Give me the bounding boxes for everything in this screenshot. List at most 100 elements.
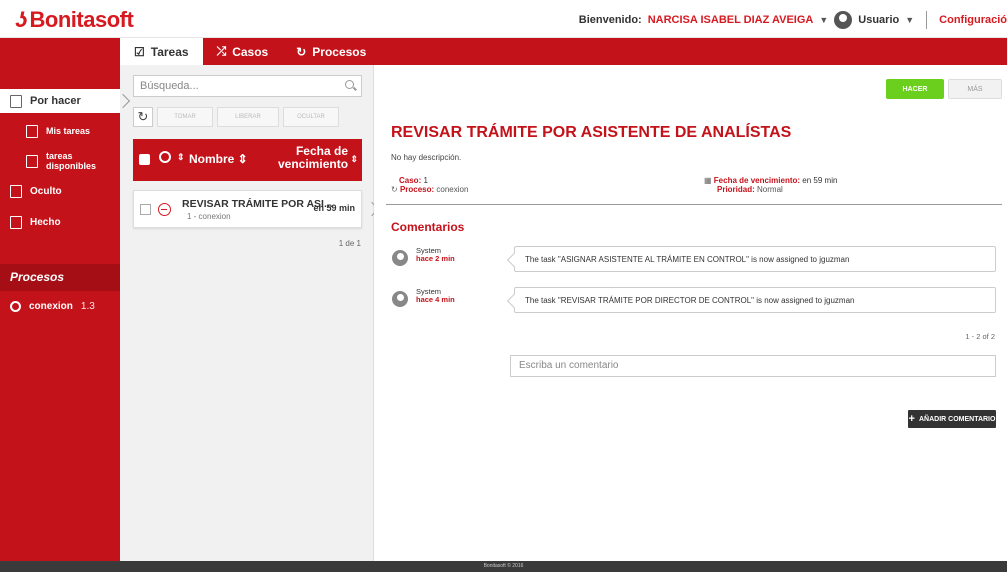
select-all-checkbox[interactable] [139,154,150,165]
sidebar-item-label: Mis tareas [46,126,91,136]
my-tasks-icon [26,124,38,138]
list-pagination: 1 de 1 [338,239,361,248]
due-value: en 59 min [802,176,838,185]
case-info: Caso: 1 [399,176,428,185]
welcome-label: Bienvenido: [578,14,642,26]
check-square-icon: ☑ [134,44,145,59]
do-task-button[interactable]: HACER [886,79,944,99]
comments-pagination: 1 - 2 of 2 [965,332,995,341]
tab-label: Casos [232,44,269,59]
release-button[interactable]: LIBERAR [217,107,279,127]
sort-icon[interactable]: ⇕ [350,154,358,165]
comment-bubble: The task "ASIGNAR ASISTENTE AL TRÁMITE E… [514,246,996,272]
sidebar-item-oculto[interactable]: Oculto [0,182,120,200]
footer: Bonitasoft © 2016 [0,561,1007,572]
process-name: conexion [29,301,73,312]
commenter-avatar-icon [392,250,408,266]
sort-icon[interactable]: ⇕ [177,152,185,163]
process-value: conexion [436,185,469,194]
task-actions: ↻ TOMAR LIBERAR OCULTAR [133,107,339,127]
sidebar-item-hecho[interactable]: Hecho [0,213,120,231]
column-name-label: Nombre [189,152,235,166]
process-version: 1.3 [80,301,95,312]
tab-tareas[interactable]: ☑ Tareas [120,38,203,65]
sidebar-item-tareas-disponibles[interactable]: tareas disponibles [0,151,120,171]
user-full-name: NARCISA ISABEL DIAZ AVEIGA [647,14,814,26]
more-button[interactable]: MÁS [948,79,1002,99]
take-button[interactable]: TOMAR [157,107,213,127]
column-due-date[interactable]: Fecha de vencimiento [278,145,348,171]
tab-casos[interactable]: ⤮ Casos [203,38,283,65]
add-comment-button[interactable]: + AÑADIR COMENTARIO [908,410,996,428]
refresh-icon: ↻ [137,109,149,124]
user-avatar-icon[interactable] [834,11,853,29]
search-input[interactable]: Búsqueda... [133,75,362,97]
due-date-info: ▦ Fecha de vencimiento: en 59 min [704,176,837,185]
sidebar-item-label: Por hacer [30,95,81,107]
bonita-logo-icon: ʖ [16,7,27,32]
configuration-link[interactable]: Configuració [939,14,1007,26]
comment-bubble: The task "REVISAR TRÁMITE POR DIRECTOR D… [514,287,996,313]
priority-label: Prioridad: [717,185,755,194]
sidebar-item-label: Hecho [30,216,61,228]
comment-author: System hace 4 min [416,288,455,304]
task-list-panel: Búsqueda... ↻ TOMAR LIBERAR OCULTAR ⇕ No… [115,65,380,561]
done-icon [10,215,22,229]
logo-text: Bonitasoft [29,7,134,32]
divider [386,204,1002,205]
task-row[interactable]: REVISAR TRÁMITE POR ASI... 1 - conexion … [133,190,362,228]
add-comment-label: AÑADIR COMENTARIO [918,415,996,423]
available-tasks-icon [26,154,38,168]
priority-icon [158,203,171,216]
case-value: 1 [423,176,428,185]
process-info: ↻ Proceso: conexion [391,185,468,194]
sidebar-item-label: Oculto [30,185,62,197]
search-icon[interactable] [345,80,354,89]
task-description: No hay descripción. [391,153,462,162]
commenter-avatar-icon [392,291,408,307]
task-detail-panel: HACER MÁS REVISAR TRÁMITE POR ASISTENTE … [374,65,1007,561]
task-title: REVISAR TRÁMITE POR ASISTENTE DE ANALÍST… [391,124,792,141]
processes-header: Procesos [0,264,120,291]
case-label: Caso: [399,176,422,185]
tab-label: Tareas [150,44,189,59]
bonitasoft-logo[interactable]: ʖ Bonitasoft [16,7,134,33]
process-icon: ↻ [391,185,398,194]
comment-time: hace 4 min [416,295,455,304]
task-name: REVISAR TRÁMITE POR ASI... [182,198,333,210]
comment-author: System hace 2 min [416,247,455,263]
tab-label: Procesos [312,44,367,59]
priority-info: Prioridad: Normal [717,185,783,194]
comment-time: hace 2 min [416,254,455,263]
calendar-icon: ▦ [704,176,712,185]
top-bar: ʖ Bonitasoft Bienvenido: NARCISA ISABEL D… [0,0,1007,38]
chevron-down-icon[interactable]: ▼ [819,15,828,25]
sidebar-item-mis-tareas[interactable]: Mis tareas [0,122,120,140]
search-placeholder: Búsqueda... [140,80,199,92]
task-case: 1 - conexion [187,212,231,221]
hide-button[interactable]: OCULTAR [283,107,339,127]
shuffle-icon: ⤮ [216,44,227,58]
hidden-icon [10,184,22,198]
sidebar-item-label: tareas disponibles [46,151,97,171]
sidebar-process-conexion[interactable]: conexion 1.3 [10,301,95,312]
process-label: Proceso: [399,185,435,194]
task-due: en 59 min [313,203,355,213]
process-circle-icon [10,301,21,312]
refresh-button[interactable]: ↻ [133,107,153,127]
column-name[interactable]: Nombre ⇕ [189,152,248,166]
tab-procesos[interactable]: ↻ Procesos [282,38,380,65]
comment-input[interactable]: Escriba un comentario [510,355,996,377]
main-tab-bar: ☑ Tareas ⤮ Casos ↻ Procesos [0,38,1007,65]
chevron-down-icon[interactable]: ▼ [905,15,914,25]
plus-icon: + [908,413,915,425]
priority-column-icon[interactable] [159,151,171,163]
priority-value: Normal [757,185,783,194]
user-menu[interactable]: Usuario [858,14,899,26]
sidebar-item-por-hacer[interactable]: Por hacer [0,89,120,113]
sidebar: Por hacer Mis tareas tareas disponibles … [0,65,120,561]
inbox-icon [10,94,22,108]
task-checkbox[interactable] [140,204,151,215]
comments-header: Comentarios [391,220,465,234]
task-list-header: ⇕ Nombre ⇕ Fecha de vencimiento ⇕ [133,139,362,181]
